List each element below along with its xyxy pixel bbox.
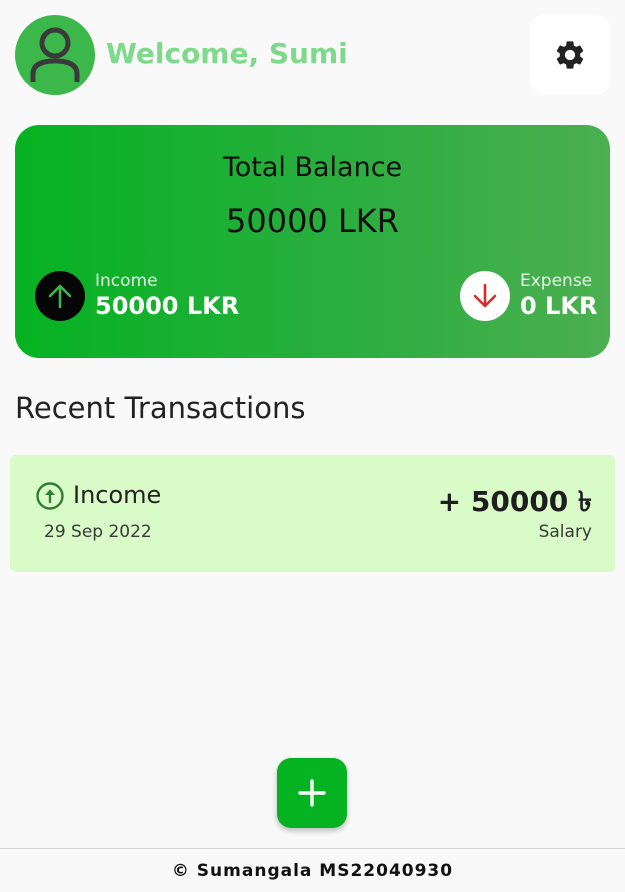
expense-indicator — [460, 271, 510, 321]
income-label: Income — [95, 271, 158, 291]
user-icon — [30, 27, 80, 82]
total-balance-amount: 50000 LKR — [225, 202, 399, 240]
transaction-type: Income — [73, 481, 162, 509]
income-amount: 50000 LKR — [95, 292, 240, 320]
income-indicator — [35, 271, 85, 321]
settings-button[interactable] — [530, 15, 610, 95]
gear-icon — [556, 41, 584, 69]
transaction-date: 29 Sep 2022 — [44, 522, 152, 542]
balance-card: Total Balance 50000 LKR Income 50000 LKR… — [15, 125, 610, 358]
header: Welcome, Sumi — [15, 15, 610, 95]
arrow-up-circle-icon — [36, 482, 64, 510]
expense-amount: 0 LKR — [520, 292, 598, 320]
expense-label: Expense — [520, 271, 593, 291]
plus-icon — [298, 779, 326, 807]
balance-title: Total Balance — [222, 152, 403, 183]
footer-text: © Sumangala MS22040930 — [171, 861, 454, 881]
transaction-amount: + 50000 ৳ — [437, 485, 592, 518]
arrow-up-icon — [48, 284, 72, 309]
transaction-card[interactable]: Income 29 Sep 2022 + 50000 ৳ Salary — [10, 455, 615, 572]
footer: © Sumangala MS22040930 — [0, 848, 625, 892]
welcome-text: Welcome, Sumi — [106, 37, 348, 70]
add-transaction-button[interactable] — [277, 758, 347, 828]
arrow-down-icon — [473, 283, 497, 308]
avatar[interactable] — [15, 15, 95, 95]
recent-transactions-title: Recent Transactions — [15, 391, 306, 425]
transaction-category: Salary — [538, 522, 592, 542]
